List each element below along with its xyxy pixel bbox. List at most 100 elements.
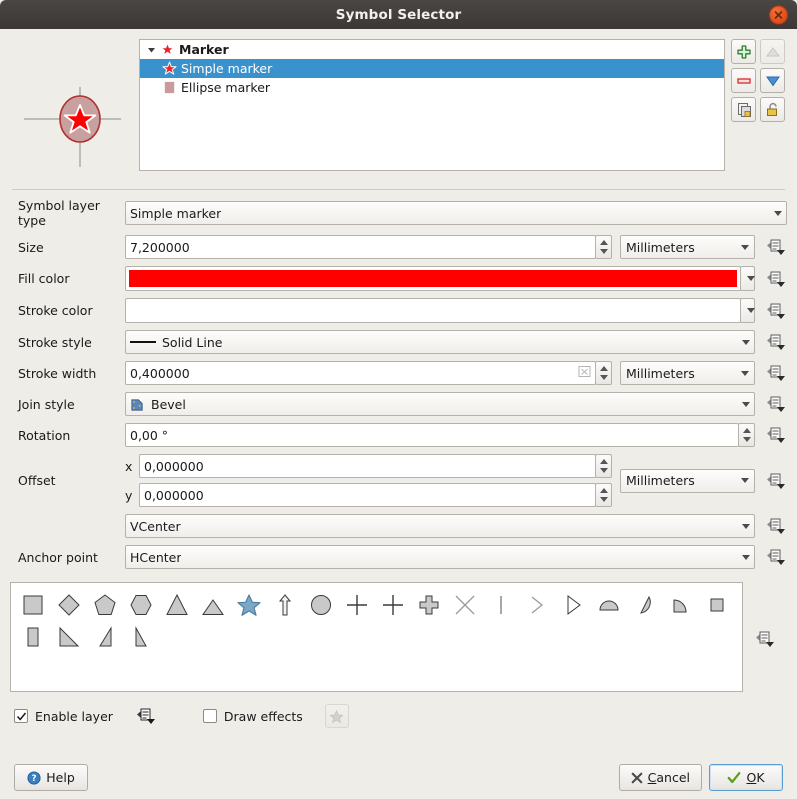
shape-arrowhead[interactable] — [519, 589, 555, 621]
stroke-color-dropdown[interactable] — [740, 298, 755, 323]
anchor-point-horizontal-select[interactable]: HCenter — [125, 545, 755, 569]
clear-icon[interactable] — [578, 365, 591, 381]
symbol-layer-type-select[interactable]: Simple marker — [125, 201, 787, 225]
help-button[interactable]: ? Help — [14, 764, 88, 791]
shape-triangle[interactable] — [159, 589, 195, 621]
shape-left-half-triangle[interactable] — [87, 621, 123, 653]
shape-half-square[interactable] — [591, 589, 627, 621]
window-titlebar: Symbol Selector — [0, 0, 797, 29]
offset-y-input[interactable]: 0,000000 — [139, 483, 596, 507]
shape-cross-fill[interactable] — [411, 589, 447, 621]
fill-color-data-defined-button[interactable] — [765, 270, 787, 288]
fill-color-dropdown[interactable] — [740, 266, 755, 291]
stroke-style-select[interactable]: Solid Line — [125, 330, 755, 354]
add-symbol-layer-button[interactable] — [731, 39, 756, 64]
shape-picker[interactable] — [10, 582, 743, 692]
shape-right-half-triangle[interactable] — [51, 621, 87, 653]
size-value: 7,200000 — [130, 240, 190, 255]
data-defined-icon — [766, 238, 786, 256]
star-icon — [160, 61, 178, 76]
stroke-width-input[interactable]: 0,400000 — [125, 361, 596, 385]
expand-triangle-icon[interactable] — [144, 45, 158, 54]
triangle-down-icon — [765, 73, 781, 89]
symbol-layer-tree[interactable]: Marker Simple marker Ellipse marker — [139, 39, 725, 171]
stroke-style-data-defined-button[interactable] — [765, 333, 787, 351]
offset-x-input[interactable]: 0,000000 — [139, 454, 596, 478]
size-row: Size 7,200000 Millimeters — [10, 235, 787, 259]
fill-color-button[interactable] — [125, 266, 741, 291]
size-data-defined-button[interactable] — [765, 238, 787, 256]
effects-star-icon — [329, 709, 344, 724]
cancel-button[interactable]: Cancel — [619, 764, 702, 791]
shape-equilateral-triangle[interactable] — [195, 589, 231, 621]
shape-diamond[interactable] — [51, 589, 87, 621]
stroke-width-data-defined-button[interactable] — [765, 364, 787, 382]
size-units-select[interactable]: Millimeters — [620, 235, 755, 259]
shape-cross2[interactable] — [375, 589, 411, 621]
shape-third-circle[interactable] — [627, 589, 663, 621]
close-icon — [773, 9, 784, 20]
size-label: Size — [10, 240, 125, 255]
offset-y-stepper[interactable] — [595, 483, 612, 507]
chevron-down-icon — [741, 371, 749, 376]
shape-cross[interactable] — [339, 589, 375, 621]
shape-pentagon[interactable] — [87, 589, 123, 621]
stroke-color-data-defined-button[interactable] — [765, 302, 787, 320]
move-down-button[interactable] — [760, 68, 785, 93]
svg-text:?: ? — [32, 774, 37, 784]
stroke-width-units-select[interactable]: Millimeters — [620, 361, 755, 385]
checkmark-icon — [727, 771, 741, 785]
tree-item-marker[interactable]: Marker — [140, 40, 724, 59]
anchor-point-vertical-data-defined-button[interactable] — [765, 517, 787, 535]
shape-small-square[interactable] — [699, 589, 735, 621]
shape-square[interactable] — [15, 589, 51, 621]
anchor-point-vertical-row: VCenter — [10, 514, 787, 538]
customize-effects-button[interactable] — [325, 704, 349, 728]
shape-star[interactable] — [231, 589, 267, 621]
stroke-width-stepper[interactable] — [595, 361, 612, 385]
tree-item-ellipse-marker[interactable]: Ellipse marker — [140, 78, 724, 97]
shape-filled-arrowhead[interactable] — [555, 589, 591, 621]
rotation-data-defined-button[interactable] — [765, 426, 787, 444]
tree-item-simple-marker[interactable]: Simple marker — [140, 59, 724, 78]
stroke-style-value: Solid Line — [162, 335, 223, 350]
rotation-stepper[interactable] — [738, 423, 755, 447]
offset-x-stepper[interactable] — [595, 454, 612, 478]
draw-effects-checkbox[interactable] — [203, 709, 217, 723]
data-defined-icon — [766, 302, 786, 320]
rotation-input[interactable]: 0,00 ° — [125, 423, 739, 447]
unlock-icon — [765, 102, 781, 118]
shape-circle[interactable] — [303, 589, 339, 621]
stroke-color-control[interactable] — [125, 298, 755, 323]
shape-quarter-circle[interactable] — [663, 589, 699, 621]
stroke-color-button[interactable] — [125, 298, 741, 323]
enable-layer-checkbox[interactable] — [14, 709, 28, 723]
fill-color-control[interactable] — [125, 266, 755, 291]
shape-arrow[interactable] — [267, 589, 303, 621]
shape-hexagon[interactable] — [123, 589, 159, 621]
shape-thin-triangle[interactable] — [123, 621, 159, 653]
remove-symbol-layer-button[interactable] — [731, 68, 756, 93]
duplicate-layer-button[interactable] — [731, 97, 756, 122]
shape-data-defined-button[interactable] — [743, 582, 787, 648]
move-up-button[interactable] — [760, 39, 785, 64]
symbol-top-area: Marker Simple marker Ellipse marker — [0, 29, 797, 181]
join-style-select[interactable]: Bevel — [125, 392, 755, 416]
offset-data-defined-button[interactable] — [765, 472, 787, 490]
close-button[interactable] — [769, 5, 788, 24]
shape-rectangle[interactable] — [15, 621, 51, 653]
anchor-point-vertical-select[interactable]: VCenter — [125, 514, 755, 538]
size-stepper[interactable] — [595, 235, 612, 259]
ok-button[interactable]: OK — [709, 764, 783, 791]
anchor-point-horizontal-data-defined-button[interactable] — [765, 548, 787, 566]
shape-line[interactable] — [483, 589, 519, 621]
offset-units-select[interactable]: Millimeters — [620, 469, 755, 493]
lock-layer-button[interactable] — [760, 97, 785, 122]
shape-x[interactable] — [447, 589, 483, 621]
join-style-data-defined-button[interactable] — [765, 395, 787, 413]
rotation-label: Rotation — [10, 428, 125, 443]
size-input[interactable]: 7,200000 — [125, 235, 596, 259]
chevron-down-icon — [747, 308, 755, 313]
enable-layer-data-defined-button[interactable] — [135, 707, 157, 725]
stroke-color-row: Stroke color — [10, 298, 787, 323]
